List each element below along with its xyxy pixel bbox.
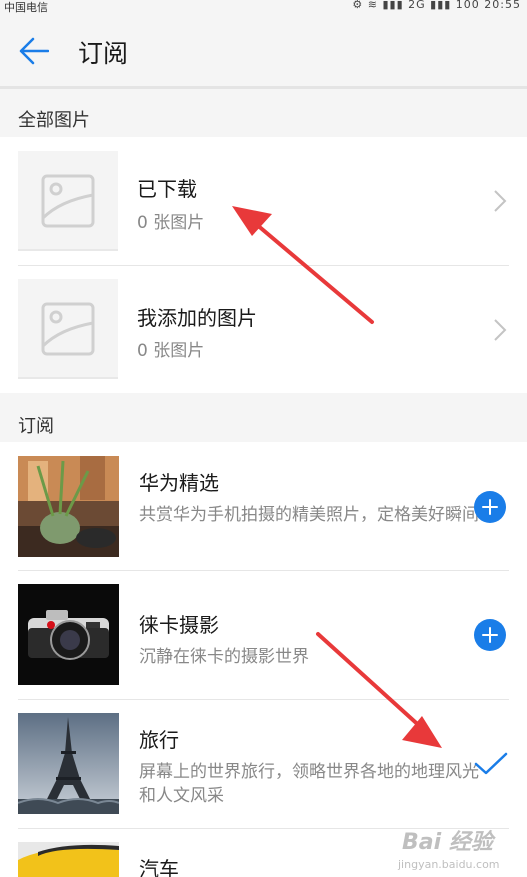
thumbnail-leica-camera bbox=[18, 584, 119, 685]
clock: 20:55 bbox=[484, 0, 521, 11]
status-bar: 中国电信 ⚙ ≋ ▮▮▮ 2G ▮▮▮ 100 20:55 bbox=[0, 0, 527, 14]
carrier-label: 中国电信 bbox=[4, 1, 48, 14]
image-placeholder-icon bbox=[18, 279, 118, 379]
chevron-right-icon bbox=[494, 319, 507, 341]
album-title: 我添加的图片 bbox=[137, 306, 257, 330]
thumbnail-tea-still-life bbox=[18, 456, 119, 557]
subscription-title: 华为精选 bbox=[139, 471, 219, 495]
all-pictures-card: 已下载 0 张图片 我添加的图片 0 张图片 bbox=[0, 137, 527, 393]
watermark: Bai 经验 jingyan.baidu.com bbox=[388, 818, 518, 874]
back-arrow-icon bbox=[19, 37, 49, 65]
add-subscription-button[interactable] bbox=[474, 491, 506, 523]
subscription-title: 旅行 bbox=[139, 728, 179, 752]
subscription-row-leica[interactable]: 徕卡摄影 沉静在徕卡的摄影世界 bbox=[0, 571, 527, 699]
section-label-all-pictures: 全部图片 bbox=[18, 110, 90, 131]
subscription-row-travel[interactable]: 旅行 屏幕上的世界旅行，领略世界各地的地理风光和人文风采 bbox=[0, 700, 527, 828]
watermark-logo: Bai 经验 bbox=[402, 830, 493, 855]
subscription-desc: 共赏华为手机拍摄的精美照片，定格美好瞬间 bbox=[139, 505, 479, 525]
subscription-desc: 沉静在徕卡的摄影世界 bbox=[139, 647, 309, 667]
back-button[interactable] bbox=[12, 32, 56, 70]
image-placeholder-icon bbox=[18, 151, 118, 251]
subscription-desc: 屏幕上的世界旅行，领略世界各地的地理风光和人文风采 bbox=[139, 762, 479, 806]
watermark-url: jingyan.baidu.com bbox=[398, 858, 500, 871]
album-count: 0 张图片 bbox=[137, 341, 205, 361]
page-title: 订阅 bbox=[78, 39, 129, 68]
status-icons: ⚙ ≋ ▮▮▮ 2G ▮▮▮ 100 20:55 bbox=[352, 0, 521, 11]
add-subscription-button[interactable] bbox=[474, 619, 506, 651]
album-count: 0 张图片 bbox=[137, 213, 205, 233]
album-row-my-added[interactable]: 我添加的图片 0 张图片 bbox=[0, 266, 527, 393]
subscriptions-card: 华为精选 共赏华为手机拍摄的精美照片，定格美好瞬间 徕卡摄影 沉静在徕卡的摄影世… bbox=[0, 442, 527, 877]
subscription-title: 徕卡摄影 bbox=[139, 613, 219, 637]
app-header: 订阅 bbox=[0, 14, 527, 86]
subscription-title: 汽车 bbox=[139, 857, 179, 877]
chevron-right-icon bbox=[494, 190, 507, 212]
header-divider bbox=[0, 86, 527, 89]
thumbnail-eiffel-tower bbox=[18, 713, 119, 814]
subscription-row-huawei[interactable]: 华为精选 共赏华为手机拍摄的精美照片，定格美好瞬间 bbox=[0, 442, 527, 570]
album-row-downloaded[interactable]: 已下载 0 张图片 bbox=[0, 137, 527, 265]
subscribed-check-icon[interactable] bbox=[474, 752, 508, 776]
section-label-subscriptions: 订阅 bbox=[18, 416, 54, 437]
album-title: 已下载 bbox=[137, 177, 197, 201]
thumbnail-yellow-car bbox=[18, 842, 119, 877]
